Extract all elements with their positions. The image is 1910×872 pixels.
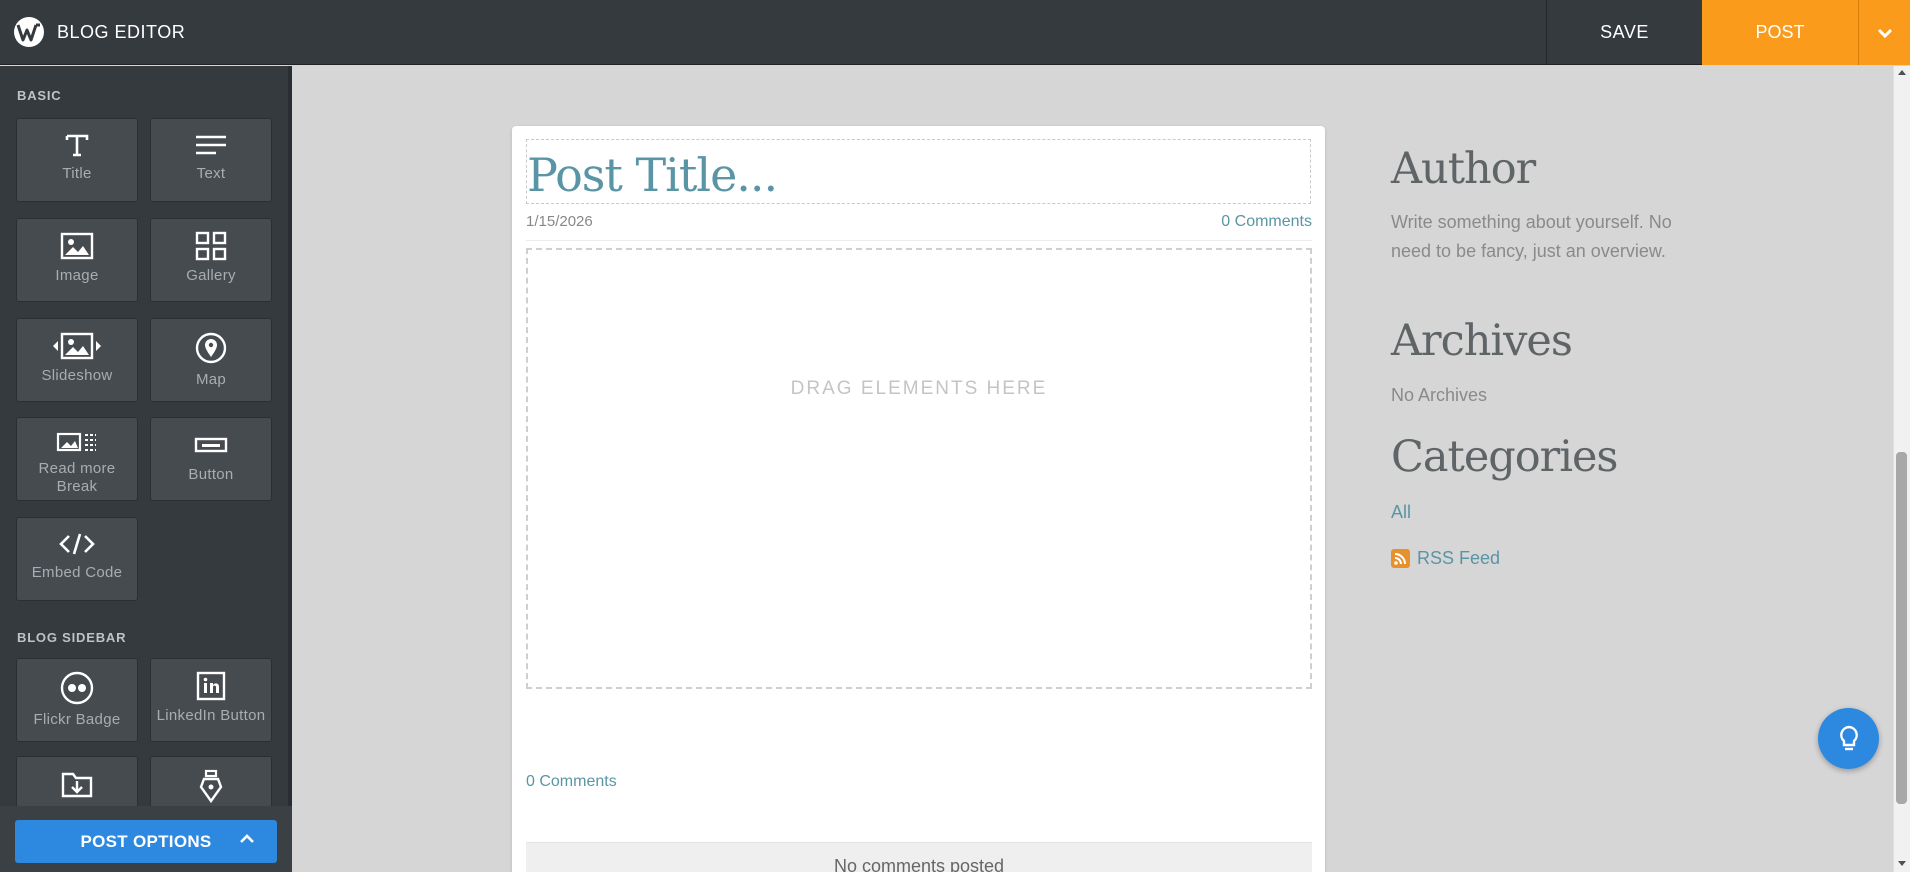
drop-zone[interactable] xyxy=(526,248,1312,689)
element-linkedin-button[interactable]: LinkedIn Button xyxy=(150,658,272,742)
post-button[interactable]: POST xyxy=(1702,0,1858,65)
title-icon xyxy=(65,134,89,157)
flickr-icon xyxy=(60,671,94,705)
post-title-input[interactable]: Post Title... xyxy=(527,148,778,202)
element-label: Embed Code xyxy=(31,564,123,581)
image-icon xyxy=(60,232,94,260)
archives-heading: Archives xyxy=(1391,316,1573,366)
element-text[interactable]: Text xyxy=(150,118,272,202)
element-read-more-break[interactable]: Read more Break xyxy=(16,417,138,501)
help-button[interactable] xyxy=(1818,708,1879,769)
app-title: BLOG EDITOR xyxy=(57,22,186,42)
categories-heading: Categories xyxy=(1391,432,1618,482)
no-comments-message: No comments posted xyxy=(526,842,1312,872)
element-map[interactable]: Map xyxy=(150,318,272,402)
folder-download-icon xyxy=(61,772,93,798)
button-icon xyxy=(194,437,228,453)
scroll-down-arrow-icon[interactable] xyxy=(1895,856,1909,870)
element-label: Read more Break xyxy=(38,460,116,495)
element-label: Text xyxy=(196,165,226,182)
post-options-label: POST OPTIONS xyxy=(80,831,212,851)
read-more-icon xyxy=(56,432,96,452)
element-label: Flickr Badge xyxy=(33,711,121,728)
section-title-blog-sidebar: BLOG SIDEBAR xyxy=(17,630,127,645)
element-flickr-badge[interactable]: Flickr Badge xyxy=(16,658,138,742)
element-label: Button xyxy=(188,466,234,483)
element-label: Image xyxy=(55,267,99,284)
rss-icon xyxy=(1391,549,1410,568)
category-all-link[interactable]: All xyxy=(1391,502,1411,523)
element-label: Title xyxy=(62,165,92,182)
element-embed-code[interactable]: Embed Code xyxy=(16,517,138,601)
weebly-logo-icon xyxy=(14,17,44,47)
chevron-up-icon xyxy=(240,834,254,843)
element-label: Map xyxy=(195,371,227,388)
drop-zone-text: DRAG ELEMENTS HERE xyxy=(790,378,1048,399)
author-text: Write something about yourself. No need … xyxy=(1391,212,1672,261)
element-slideshow[interactable]: Slideshow xyxy=(16,318,138,402)
element-image[interactable]: Image xyxy=(16,218,138,302)
linkedin-icon xyxy=(196,671,226,701)
element-title[interactable]: Title xyxy=(16,118,138,202)
gallery-icon xyxy=(195,231,227,261)
element-label: LinkedIn Button xyxy=(156,707,266,724)
section-title-basic: BASIC xyxy=(17,88,62,103)
lightbulb-icon xyxy=(1839,725,1858,750)
post-options-button[interactable]: POST OPTIONS xyxy=(15,820,277,863)
chevron-down-icon xyxy=(1877,28,1892,38)
save-button[interactable]: SAVE xyxy=(1546,0,1702,65)
pen-nib-icon xyxy=(199,769,223,803)
element-label: Slideshow xyxy=(41,367,113,384)
element-button[interactable]: Button xyxy=(150,417,272,501)
author-heading: Author xyxy=(1391,144,1536,194)
comments-link-bottom[interactable]: 0 Comments xyxy=(526,773,617,791)
post-dropdown-button[interactable] xyxy=(1858,0,1910,65)
element-label: Gallery xyxy=(186,267,236,284)
rss-feed-link[interactable]: RSS Feed xyxy=(1417,548,1500,569)
divider xyxy=(526,240,1312,241)
map-pin-icon xyxy=(195,332,227,364)
elements-sidebar: BASIC Title Text Image Gallery Slideshow… xyxy=(0,66,292,872)
element-gallery[interactable]: Gallery xyxy=(150,218,272,302)
scroll-up-arrow-icon[interactable] xyxy=(1895,66,1909,80)
archives-text: No Archives xyxy=(1391,385,1488,405)
text-icon xyxy=(196,135,226,155)
scrollbar-thumb[interactable] xyxy=(1896,452,1907,804)
code-icon xyxy=(59,533,95,555)
post-date: 1/15/2026 xyxy=(526,213,593,230)
comments-link-top[interactable]: 0 Comments xyxy=(1215,213,1312,231)
slideshow-icon xyxy=(53,332,101,360)
